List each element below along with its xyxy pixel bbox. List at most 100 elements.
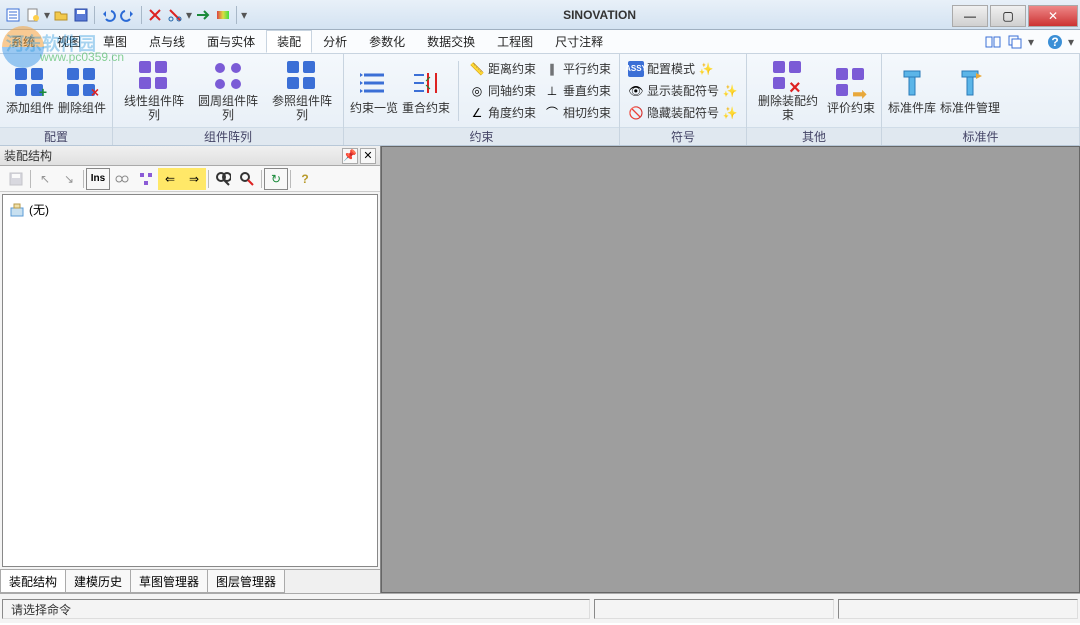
- ribbon-group-array: 线性组件阵列 圆周组件阵列 参照组件阵列 组件阵列: [113, 54, 344, 145]
- quick-access-toolbar: ▾ ▾ ▾: [0, 6, 247, 24]
- tree-root-item[interactable]: (无): [7, 199, 373, 220]
- app-title: SINOVATION: [247, 8, 952, 22]
- show-symbol-button[interactable]: 👁显示装配符号✨: [626, 81, 740, 101]
- menu-point-line[interactable]: 点与线: [138, 30, 196, 53]
- menu-system[interactable]: 系统: [0, 30, 46, 53]
- status-box-2: [838, 599, 1078, 619]
- app-menu-icon[interactable]: [4, 6, 22, 24]
- perpendicular-constraint-button[interactable]: ⊥垂直约束: [542, 81, 613, 101]
- panel-toolbar: ↖ ↘ Ins ⇐ ⇒ ↻ ?: [0, 166, 380, 192]
- tb-refresh-icon[interactable]: ↻: [264, 168, 288, 190]
- undo-icon[interactable]: [99, 6, 117, 24]
- distance-constraint-button[interactable]: 📏距离约束: [467, 59, 538, 79]
- status-box-1: [594, 599, 834, 619]
- tb-ins-button[interactable]: Ins: [86, 168, 110, 190]
- main-area: 装配结构 📌 ✕ ↖ ↘ Ins ⇐ ⇒ ↻ ? (无): [0, 146, 1080, 593]
- gradient-icon[interactable]: [214, 6, 232, 24]
- distance-icon: 📏: [469, 61, 485, 77]
- reference-array-button[interactable]: 参照组件阵列: [267, 57, 337, 125]
- delete-constraint-button[interactable]: × 删除装配约束: [753, 57, 823, 125]
- close-button[interactable]: ✕: [1028, 5, 1078, 27]
- circular-array-button[interactable]: 圆周组件阵列: [193, 57, 263, 125]
- statusbar: 请选择命令: [0, 593, 1080, 623]
- tab-model-history[interactable]: 建模历史: [65, 570, 131, 593]
- menu-dimension[interactable]: 尺寸注释: [544, 30, 614, 53]
- status-message: 请选择命令: [2, 599, 590, 619]
- tab-layer-manager[interactable]: 图层管理器: [207, 570, 285, 593]
- menu-data-exchange[interactable]: 数据交换: [416, 30, 486, 53]
- tb-find-icon[interactable]: [211, 168, 235, 190]
- maximize-button[interactable]: ▢: [990, 5, 1026, 27]
- wand-icon: ✨: [722, 83, 738, 99]
- arrow-right-icon[interactable]: [194, 6, 212, 24]
- config-mode-button[interactable]: ASSY配置模式✨: [626, 59, 740, 79]
- std-lib-button[interactable]: 标准件库: [888, 57, 936, 125]
- menu-parametric[interactable]: 参数化: [358, 30, 416, 53]
- ribbon-group-constraint: 约束一览 重合约束 📏距离约束 ◎同轴约束 ∠角度约束 ∥平行约束 ⊥垂直约束 …: [344, 54, 620, 145]
- save-icon[interactable]: [72, 6, 90, 24]
- panel-tabs: 装配结构 建模历史 草图管理器 图层管理器: [0, 569, 380, 593]
- tree-content[interactable]: (无): [2, 194, 378, 567]
- coaxial-icon: ◎: [469, 83, 485, 99]
- hide-icon: 🚫: [628, 105, 644, 121]
- remove-component-button[interactable]: × 删除组件: [58, 57, 106, 125]
- ribbon-group-standard: 标准件库 标准件管理 标准件: [882, 54, 1080, 145]
- layout-icon[interactable]: [984, 33, 1002, 51]
- tab-assembly-tree[interactable]: 装配结构: [0, 570, 66, 593]
- perpendicular-icon: ⊥: [544, 83, 560, 99]
- ribbon-group-symbol: ASSY配置模式✨ 👁显示装配符号✨ 🚫隐藏装配符号✨ 符号: [620, 54, 747, 145]
- delete-x-icon[interactable]: [146, 6, 164, 24]
- menu-drawing[interactable]: 工程图: [486, 30, 544, 53]
- tb-link-icon[interactable]: [110, 168, 134, 190]
- coaxial-constraint-button[interactable]: ◎同轴约束: [467, 81, 538, 101]
- panel-header: 装配结构 📌 ✕: [0, 146, 380, 166]
- show-icon: 👁: [628, 83, 644, 99]
- tb-help-icon[interactable]: ?: [293, 168, 317, 190]
- hide-symbol-button[interactable]: 🚫隐藏装配符号✨: [626, 103, 740, 123]
- tb-up-icon[interactable]: ↖: [33, 168, 57, 190]
- constraint-list-button[interactable]: 约束一览: [350, 57, 398, 125]
- help-icon[interactable]: ?: [1046, 33, 1064, 51]
- open-icon[interactable]: [52, 6, 70, 24]
- windows-icon[interactable]: [1006, 33, 1024, 51]
- tb-tree-icon[interactable]: [134, 168, 158, 190]
- angle-icon: ∠: [469, 105, 485, 121]
- panel-close-button[interactable]: ✕: [360, 148, 376, 164]
- tab-sketch-manager[interactable]: 草图管理器: [130, 570, 208, 593]
- linear-array-button[interactable]: 线性组件阵列: [119, 57, 189, 125]
- evaluate-constraint-button[interactable]: ➡ 评价约束: [827, 57, 875, 125]
- tb-save-icon[interactable]: [4, 168, 28, 190]
- tangent-constraint-button[interactable]: ⌒相切约束: [542, 103, 613, 123]
- pin-button[interactable]: 📌: [342, 148, 358, 164]
- parallel-constraint-button[interactable]: ∥平行约束: [542, 59, 613, 79]
- menu-sketch[interactable]: 草图: [92, 30, 138, 53]
- cut-icon[interactable]: [166, 6, 184, 24]
- menubar: 系统 视图 草图 点与线 面与实体 装配 分析 参数化 数据交换 工程图 尺寸注…: [0, 30, 1080, 54]
- ribbon: + 添加组件 × 删除组件 配置 线性组件阵列 圆周组件阵列 参照组件阵列: [0, 54, 1080, 146]
- viewport-3d[interactable]: [381, 146, 1080, 593]
- tb-down-icon[interactable]: ↘: [57, 168, 81, 190]
- assembly-tree-panel: 装配结构 📌 ✕ ↖ ↘ Ins ⇐ ⇒ ↻ ? (无): [0, 146, 381, 593]
- menu-face-solid[interactable]: 面与实体: [196, 30, 266, 53]
- tb-out-icon[interactable]: ⇒: [182, 168, 206, 190]
- window-controls: — ▢ ✕: [952, 3, 1080, 27]
- menu-view[interactable]: 视图: [46, 30, 92, 53]
- tb-in-icon[interactable]: ⇐: [158, 168, 182, 190]
- assy-icon: ASSY: [628, 61, 644, 77]
- ribbon-group-other: × 删除装配约束 ➡ 评价约束 其他: [747, 54, 882, 145]
- wand-icon: ✨: [698, 61, 714, 77]
- svg-text:?: ?: [1051, 35, 1058, 49]
- add-component-button[interactable]: + 添加组件: [6, 57, 54, 125]
- std-manage-button[interactable]: 标准件管理: [940, 57, 1000, 125]
- new-doc-icon[interactable]: [24, 6, 42, 24]
- tb-findnext-icon[interactable]: [235, 168, 259, 190]
- menu-analysis[interactable]: 分析: [312, 30, 358, 53]
- redo-icon[interactable]: [119, 6, 137, 24]
- assembly-icon: [9, 202, 25, 218]
- wand-icon: ✨: [722, 105, 738, 121]
- angle-constraint-button[interactable]: ∠角度约束: [467, 103, 538, 123]
- minimize-button[interactable]: —: [952, 5, 988, 27]
- coincident-button[interactable]: 重合约束: [402, 57, 450, 125]
- menu-assembly[interactable]: 装配: [266, 30, 312, 53]
- titlebar: ▾ ▾ ▾ SINOVATION — ▢ ✕: [0, 0, 1080, 30]
